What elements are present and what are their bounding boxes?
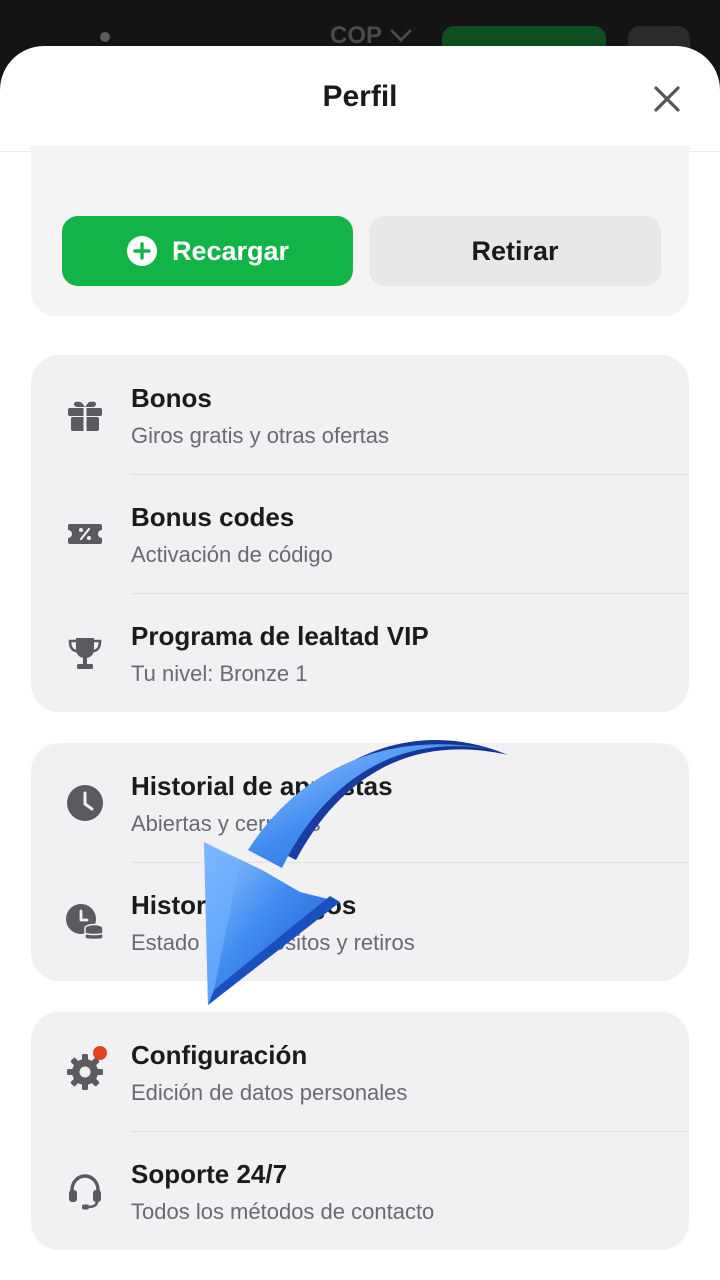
- menu-item-vip-program[interactable]: Programa de lealtad VIP Tu nivel: Bronze…: [31, 593, 689, 712]
- plus-circle-icon: [126, 236, 157, 266]
- menu-item-bonuses[interactable]: Bonos Giros gratis y otras ofertas: [31, 355, 689, 474]
- menu-group-settings: Configuración Edición de datos personale…: [31, 1012, 689, 1250]
- menu-item-subtitle: Activación de código: [131, 542, 333, 567]
- chevron-down-icon: [390, 29, 412, 43]
- sheet-header: Perfil: [0, 46, 720, 152]
- menu-group-rewards: Bonos Giros gratis y otras ofertas Bonus…: [31, 355, 689, 712]
- headset-icon: [69, 1174, 101, 1210]
- menu-item-subtitle: Abiertas y cerradas: [131, 811, 321, 836]
- menu-item-payment-history[interactable]: Historial de pagos Estado de depósitos y…: [31, 862, 689, 981]
- menu-item-settings[interactable]: Configuración Edición de datos personale…: [31, 1012, 689, 1131]
- close-icon[interactable]: [652, 84, 682, 114]
- menu-item-title: Bonus codes: [131, 502, 295, 532]
- balance-card: Recargar Retirar: [31, 146, 689, 316]
- gift-icon: [68, 401, 102, 431]
- menu-item-subtitle: Giros gratis y otras ofertas: [131, 423, 389, 448]
- ticket-percent-icon: [68, 524, 102, 544]
- menu-item-title: Programa de lealtad VIP: [131, 621, 429, 651]
- recharge-button[interactable]: Recargar: [62, 216, 353, 286]
- background-menu-dot: [100, 32, 110, 42]
- menu-item-subtitle: Tu nivel: Bronze 1: [131, 661, 308, 686]
- trophy-icon: [68, 638, 102, 669]
- clock-coins-icon: [66, 904, 104, 941]
- withdraw-label: Retirar: [471, 235, 559, 266]
- menu-item-support[interactable]: Soporte 24/7 Todos los métodos de contac…: [31, 1131, 689, 1250]
- profile-sheet: Perfil Recargar Retirar Bonos Giros grat…: [0, 46, 720, 1280]
- menu-item-title: Soporte 24/7: [131, 1159, 288, 1189]
- menu-group-history: Historial de apuestas Abiertas y cerrada…: [31, 743, 689, 981]
- menu-item-title: Configuración: [131, 1040, 308, 1070]
- menu-item-title: Bonos: [131, 383, 212, 413]
- recharge-label: Recargar: [171, 235, 290, 266]
- page-title: Perfil: [322, 80, 398, 113]
- menu-item-title: Historial de apuestas: [131, 771, 393, 801]
- menu-item-title: Historial de pagos: [131, 890, 357, 920]
- menu-item-subtitle: Estado de depósitos y retiros: [131, 930, 415, 955]
- menu-item-bonus-codes[interactable]: Bonus codes Activación de código: [31, 474, 689, 593]
- menu-item-subtitle: Edición de datos personales: [131, 1080, 408, 1105]
- menu-item-subtitle: Todos los métodos de contacto: [131, 1199, 435, 1224]
- notification-dot: [93, 1046, 107, 1060]
- withdraw-button[interactable]: Retirar: [369, 216, 661, 286]
- menu-item-bet-history[interactable]: Historial de apuestas Abiertas y cerrada…: [31, 743, 689, 862]
- clock-icon: [67, 785, 103, 821]
